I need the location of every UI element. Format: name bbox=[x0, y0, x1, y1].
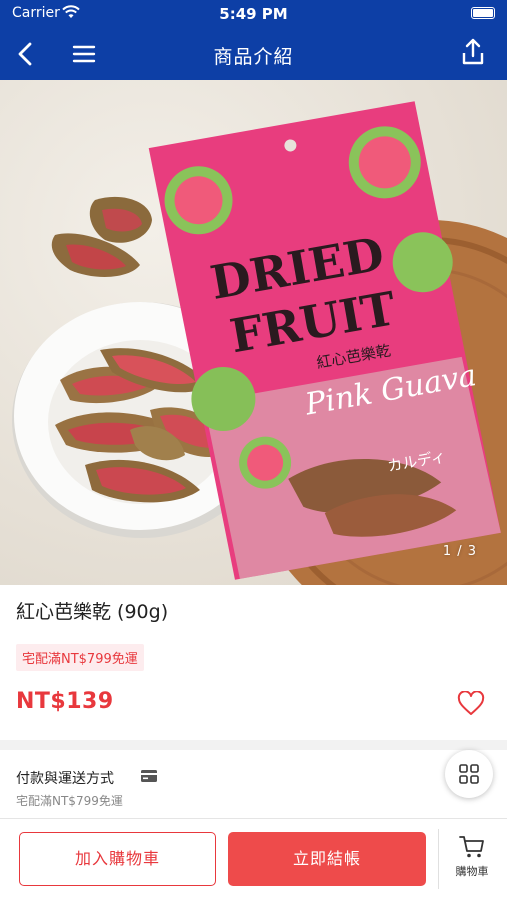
add-to-cart-button[interactable]: 加入購物車 bbox=[19, 832, 216, 886]
cart-button[interactable]: 購物車 bbox=[442, 835, 502, 885]
product-name: 紅心芭樂乾 (90g) bbox=[16, 601, 169, 623]
checkout-button[interactable]: 立即結帳 bbox=[228, 832, 426, 886]
payment-subtitle: 宅配滿NT$799免運 bbox=[16, 794, 123, 808]
battery-icon bbox=[471, 7, 495, 19]
status-time: 5:49 PM bbox=[219, 5, 288, 23]
section-divider bbox=[0, 740, 507, 750]
shopping-cart-icon bbox=[459, 836, 484, 858]
payment-title: 付款與運送方式 bbox=[16, 771, 114, 787]
product-photo: DRIED FRUIT 紅心芭樂乾 Pink Guava カルディ bbox=[12, 101, 507, 585]
product-screen: Carrier 5:49 PM 商品介紹 DRIED FRUIT 紅心芭樂乾 P… bbox=[0, 0, 507, 900]
status-bar: Carrier 5:49 PM bbox=[0, 0, 507, 28]
product-image-carousel[interactable]: DRIED FRUIT 紅心芭樂乾 Pink Guava カルディ 1 / 3 bbox=[0, 80, 507, 585]
bottom-action-bar: 加入購物車 立即結帳 購物車 bbox=[0, 818, 507, 900]
top-bar: Carrier 5:49 PM 商品介紹 bbox=[0, 0, 507, 80]
share-icon[interactable] bbox=[457, 36, 489, 68]
page-title: 商品介紹 bbox=[213, 46, 294, 68]
cart-label: 購物車 bbox=[455, 865, 489, 878]
grid-icon bbox=[459, 764, 479, 784]
heart-icon[interactable] bbox=[457, 691, 485, 717]
credit-card-icon bbox=[141, 770, 157, 782]
promo-tag: 宅配滿NT$799免運 bbox=[16, 644, 144, 671]
product-price: NT$139 bbox=[16, 689, 114, 714]
grid-menu-button[interactable] bbox=[445, 750, 493, 798]
payment-shipping-section[interactable]: 付款與運送方式 宅配滿NT$799免運 bbox=[0, 750, 507, 818]
nav-bar: 商品介紹 bbox=[0, 28, 507, 80]
carousel-pager: 1 / 3 bbox=[442, 544, 477, 559]
product-info: 紅心芭樂乾 (90g) 宅配滿NT$799免運 NT$139 bbox=[0, 585, 507, 740]
action-separator bbox=[438, 829, 439, 889]
